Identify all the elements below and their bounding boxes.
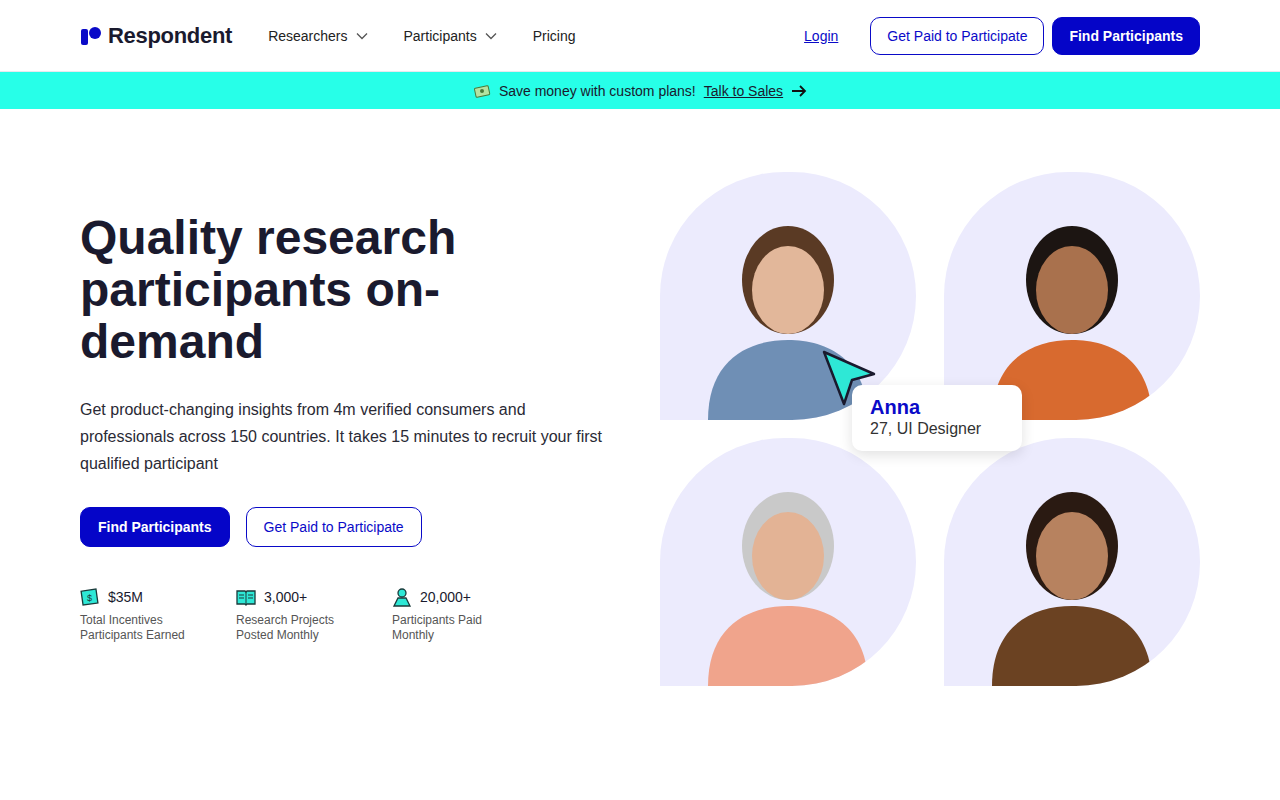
hero-subtitle: Get product-changing insights from 4m ve… bbox=[80, 396, 610, 477]
arrow-right-icon[interactable] bbox=[791, 85, 807, 97]
stats: $ $35M Total Incentives Participants Earne… bbox=[80, 587, 610, 643]
person-photo bbox=[660, 438, 916, 686]
nav-item[interactable]: Researchers bbox=[268, 28, 367, 44]
stat-label: Research Projects Posted Monthly bbox=[236, 613, 356, 643]
hero-button[interactable]: Get Paid to Participate bbox=[246, 507, 422, 547]
promo-banner: Save money with custom plans! Talk to Sal… bbox=[0, 72, 1280, 109]
money-icon: $ bbox=[80, 587, 100, 607]
logo-icon bbox=[80, 26, 102, 46]
hero-buttons: Find Participants Get Paid to Participate bbox=[80, 507, 610, 547]
nav-item[interactable]: Pricing bbox=[533, 28, 576, 44]
page: Respondent Researchers Participants Pricing… bbox=[0, 0, 1280, 800]
hero-button[interactable]: Find Participants bbox=[80, 507, 230, 547]
logo-text: Respondent bbox=[108, 23, 232, 49]
header-actions: Login Get Paid to ParticipateFind Partici… bbox=[804, 17, 1200, 55]
money-icon bbox=[473, 83, 491, 99]
stat: $ $35M Total Incentives Participants Earne… bbox=[80, 587, 200, 643]
stat-label: Total Incentives Participants Earned bbox=[80, 613, 200, 643]
stat-label: Participants Paid Monthly bbox=[392, 613, 512, 643]
header: Respondent Researchers Participants Pricing… bbox=[0, 0, 1280, 72]
talk-to-sales-link[interactable]: Talk to Sales bbox=[704, 83, 783, 99]
svg-text:$: $ bbox=[87, 593, 92, 603]
chevron-down-icon bbox=[485, 32, 497, 40]
person-photo bbox=[944, 438, 1200, 686]
stat-value: 20,000+ bbox=[420, 589, 471, 605]
person-icon bbox=[392, 587, 412, 607]
profile-card: Anna27, UI Designer bbox=[852, 385, 1022, 451]
person-photo bbox=[944, 172, 1200, 420]
profile-detail: 27, UI Designer bbox=[870, 419, 1004, 439]
people-grid: Anna27, UI Designer bbox=[660, 172, 1200, 686]
nav-item[interactable]: Participants bbox=[404, 28, 497, 44]
stat-value: 3,000+ bbox=[264, 589, 307, 605]
banner-text: Save money with custom plans! bbox=[499, 83, 696, 99]
stat-value: $35M bbox=[108, 589, 143, 605]
header-button[interactable]: Get Paid to Participate bbox=[870, 17, 1044, 55]
hero: Quality research participants on-demand G… bbox=[0, 109, 1280, 726]
login-link[interactable]: Login bbox=[804, 28, 838, 44]
book-icon bbox=[236, 587, 256, 607]
header-button[interactable]: Find Participants bbox=[1052, 17, 1200, 55]
chevron-down-icon bbox=[356, 32, 368, 40]
logo[interactable]: Respondent bbox=[80, 23, 232, 49]
stat: 20,000+ Participants Paid Monthly bbox=[392, 587, 512, 643]
profile-name: Anna bbox=[870, 395, 1004, 419]
nav: Researchers Participants Pricing bbox=[268, 28, 575, 44]
stat: 3,000+ Research Projects Posted Monthly bbox=[236, 587, 356, 643]
hero-title: Quality research participants on-demand bbox=[80, 212, 550, 368]
person-photo bbox=[660, 172, 916, 420]
hero-content: Quality research participants on-demand G… bbox=[80, 172, 610, 686]
